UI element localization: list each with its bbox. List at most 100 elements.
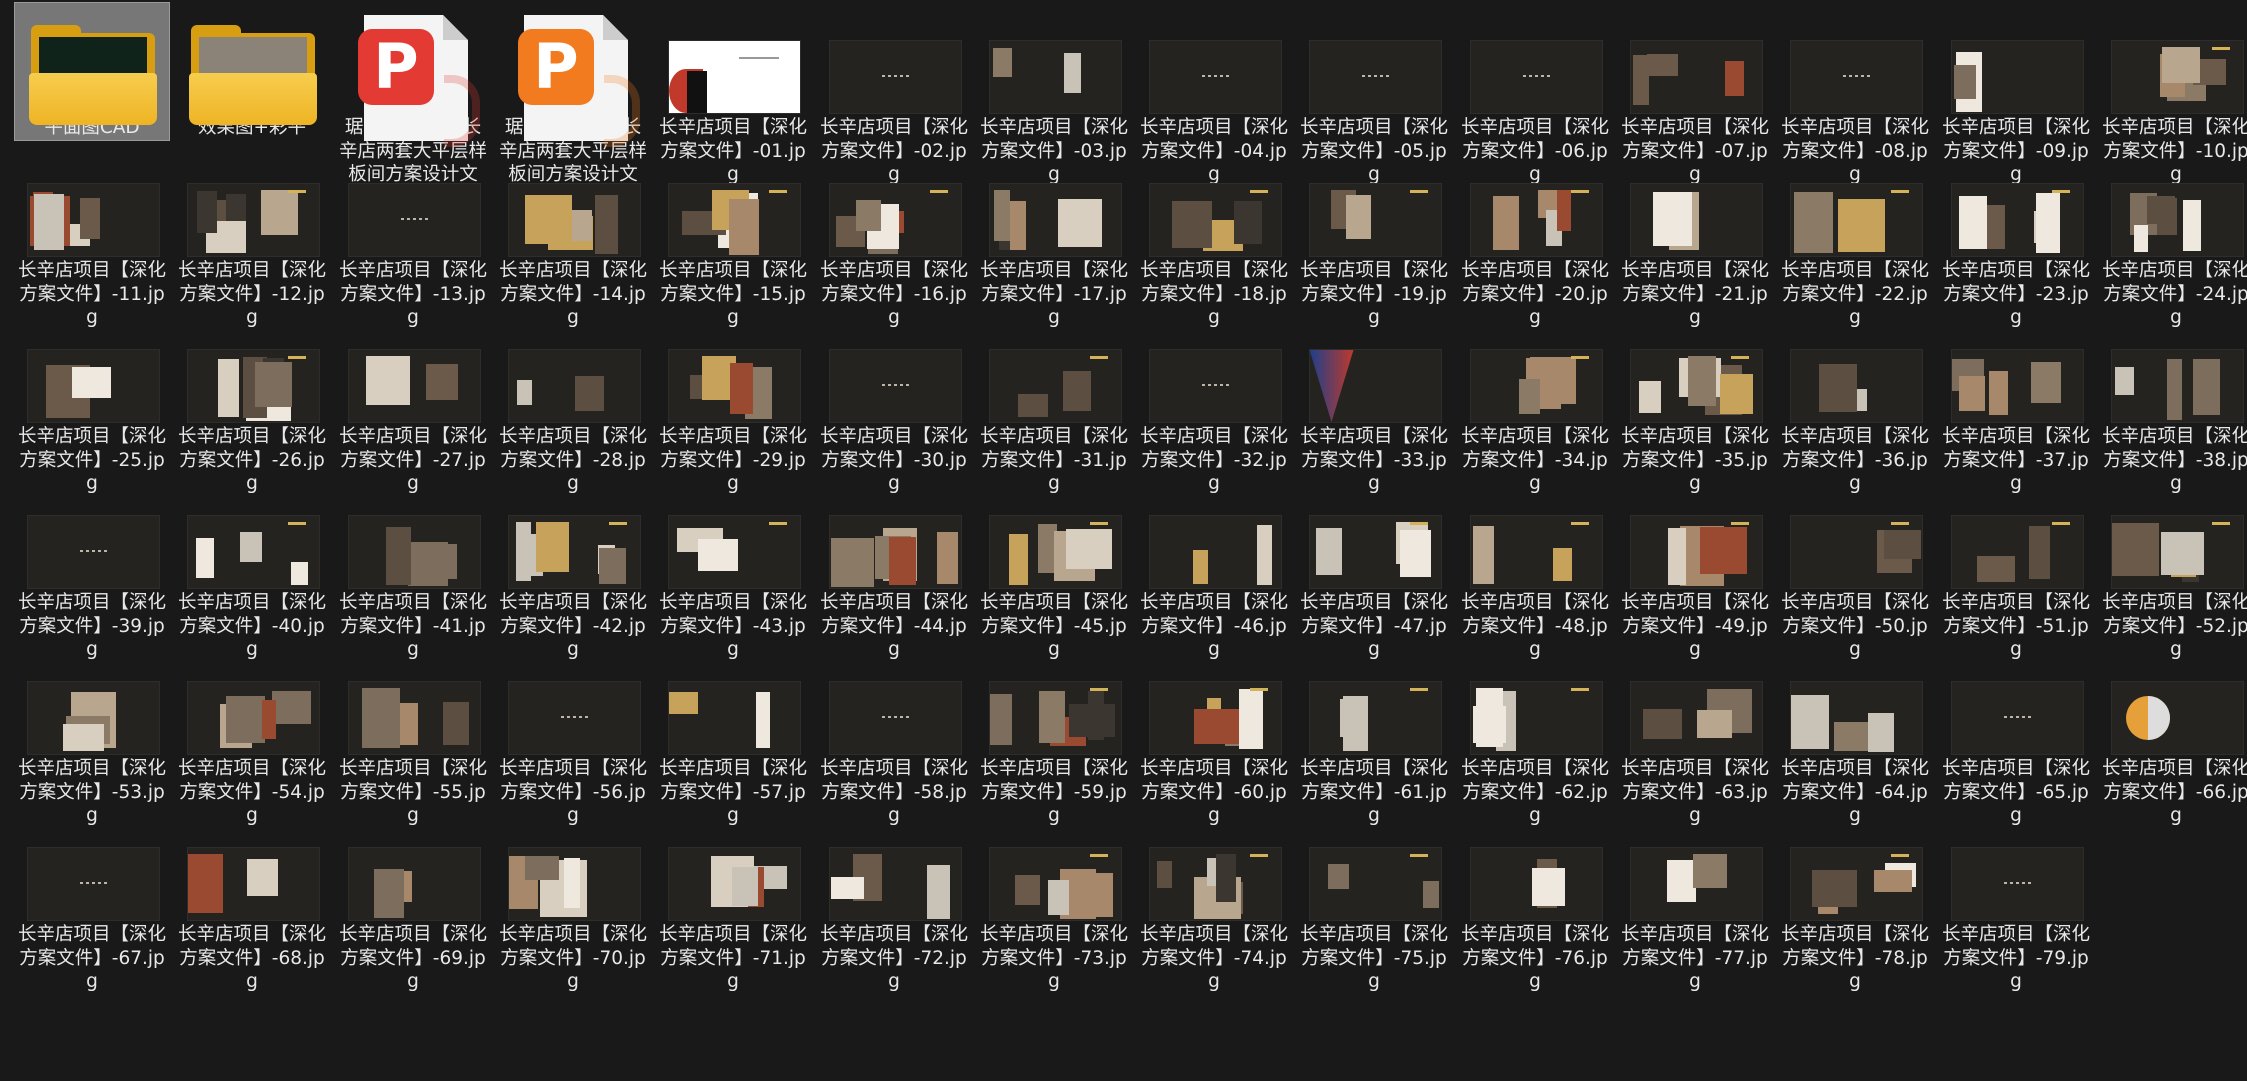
image-file-item[interactable]: 长辛店项目【深化方案文件】-54.jpg — [174, 667, 330, 829]
image-file-item[interactable]: 长辛店项目【深化方案文件】-61.jpg — [1296, 667, 1452, 829]
pdf-icon: P — [358, 13, 480, 147]
image-file-item[interactable]: 长辛店项目【深化方案文件】-49.jpg — [1617, 501, 1773, 663]
item-thumbnail-area — [175, 668, 331, 754]
image-file-item[interactable]: 长辛店项目【深化方案文件】-42.jpg — [495, 501, 651, 663]
image-file-item[interactable]: 长辛店项目【深化方案文件】-51.jpg — [1938, 501, 2094, 663]
file-name-label: 长辛店项目【深化方案文件】-31.jpg — [977, 422, 1131, 496]
thumbnail-shape — [1087, 691, 1104, 740]
file-number: 29 — [759, 449, 783, 471]
image-file-item[interactable]: 长辛店项目【深化方案文件】-18.jpg — [1136, 169, 1292, 331]
image-file-item[interactable]: 长辛店项目【深化方案文件】-44.jpg — [816, 501, 972, 663]
image-file-item[interactable]: 长辛店项目【深化方案文件】-30.jpg — [816, 335, 972, 497]
image-file-item[interactable]: 长辛店项目【深化方案文件】-65.jpg — [1938, 667, 2094, 829]
image-file-item[interactable]: 长辛店项目【深化方案文件】-39.jpg — [14, 501, 170, 663]
image-file-item[interactable]: 长辛店项目【深化方案文件】-14.jpg — [495, 169, 651, 331]
image-file-item[interactable]: 长辛店项目【深化方案文件】-32.jpg — [1136, 335, 1292, 497]
image-file-item[interactable]: 长辛店项目【深化方案文件】-33.jpg — [1296, 335, 1452, 497]
image-file-item[interactable]: 长辛店项目【深化方案文件】-66.jpg — [2098, 667, 2247, 829]
image-file-item[interactable]: 长辛店项目【深化方案文件】-53.jpg — [14, 667, 170, 829]
thumbnail-shape — [1556, 190, 1571, 231]
file-number: 39 — [118, 615, 142, 637]
image-file-item[interactable]: 长辛店项目【深化方案文件】-52.jpg — [2098, 501, 2247, 663]
image-file-item[interactable]: 长辛店项目【深化方案文件】-45.jpg — [976, 501, 1132, 663]
image-file-item[interactable]: 长辛店项目【深化方案文件】-16.jpg — [816, 169, 972, 331]
item-thumbnail-area — [15, 502, 171, 588]
image-file-item[interactable]: 长辛店项目【深化方案文件】-70.jpg — [495, 833, 651, 995]
image-file-item[interactable]: 长辛店项目【深化方案文件】-38.jpg — [2098, 335, 2247, 497]
image-file-item[interactable]: 长辛店项目【深化方案文件】-63.jpg — [1617, 667, 1773, 829]
image-file-item[interactable]: 长辛店项目【深化方案文件】-15.jpg — [655, 169, 811, 331]
image-file-item[interactable]: 长辛店项目【深化方案文件】-60.jpg — [1136, 667, 1292, 829]
thumbnail-shape — [1570, 190, 1589, 193]
image-file-item[interactable]: 长辛店项目【深化方案文件】-64.jpg — [1777, 667, 1933, 829]
image-thumbnail — [2111, 516, 2243, 588]
image-file-item[interactable]: 长辛店项目【深化方案文件】-22.jpg — [1777, 169, 1933, 331]
image-file-item[interactable]: 长辛店项目【深化方案文件】-28.jpg — [495, 335, 651, 497]
image-file-item[interactable]: 长辛店项目【深化方案文件】-10.jpg — [2098, 2, 2247, 188]
file-name-label: 长辛店项目【深化方案文件】-27.jpg — [336, 422, 490, 496]
image-file-item[interactable]: 长辛店项目【深化方案文件】-47.jpg — [1296, 501, 1452, 663]
image-file-item[interactable]: 长辛店项目【深化方案文件】-03.jpg — [976, 2, 1132, 188]
image-file-item[interactable]: 长辛店项目【深化方案文件】-06.jpg — [1457, 2, 1613, 188]
image-file-item[interactable]: 长辛店项目【深化方案文件】-48.jpg — [1457, 501, 1613, 663]
image-file-item[interactable]: 长辛店项目【深化方案文件】-76.jpg — [1457, 833, 1613, 995]
image-file-item[interactable]: 长辛店项目【深化方案文件】-58.jpg — [816, 667, 972, 829]
folder-item[interactable]: 效果图+彩平 — [174, 2, 330, 141]
image-file-item[interactable]: 长辛店项目【深化方案文件】-20.jpg — [1457, 169, 1613, 331]
image-file-item[interactable]: 长辛店项目【深化方案文件】-02.jpg — [816, 2, 972, 188]
image-file-item[interactable]: 长辛店项目【深化方案文件】-11.jpg — [14, 169, 170, 331]
image-file-item[interactable]: 长辛店项目【深化方案文件】-01.jpg — [655, 2, 811, 188]
image-file-item[interactable]: 长辛店项目【深化方案文件】-35.jpg — [1617, 335, 1773, 497]
image-file-item[interactable]: 长辛店项目【深化方案文件】-04.jpg — [1136, 2, 1292, 188]
image-file-item[interactable]: 长辛店项目【深化方案文件】-40.jpg — [174, 501, 330, 663]
image-file-item[interactable]: 长辛店项目【深化方案文件】-31.jpg — [976, 335, 1132, 497]
image-file-item[interactable]: 长辛店项目【深化方案文件】-43.jpg — [655, 501, 811, 663]
image-file-item[interactable]: 长辛店项目【深化方案文件】-09.jpg — [1938, 2, 2094, 188]
image-file-item[interactable]: 长辛店项目【深化方案文件】-69.jpg — [335, 833, 491, 995]
image-file-item[interactable]: 长辛店项目【深化方案文件】-78.jpg — [1777, 833, 1933, 995]
image-file-item[interactable]: 长辛店项目【深化方案文件】-41.jpg — [335, 501, 491, 663]
image-file-item[interactable]: 长辛店项目【深化方案文件】-67.jpg — [14, 833, 170, 995]
image-file-item[interactable]: 长辛店项目【深化方案文件】-29.jpg — [655, 335, 811, 497]
image-file-item[interactable]: 长辛店项目【深化方案文件】-21.jpg — [1617, 169, 1773, 331]
image-thumbnail — [829, 848, 961, 920]
image-file-item[interactable]: 长辛店项目【深化方案文件】-73.jpg — [976, 833, 1132, 995]
image-file-item[interactable]: 长辛店项目【深化方案文件】-50.jpg — [1777, 501, 1933, 663]
image-file-item[interactable]: 长辛店项目【深化方案文件】-68.jpg — [174, 833, 330, 995]
image-file-item[interactable]: 长辛店项目【深化方案文件】-77.jpg — [1617, 833, 1773, 995]
thumbnail-shape — [1724, 61, 1744, 96]
image-file-item[interactable]: 长辛店项目【深化方案文件】-56.jpg — [495, 667, 651, 829]
image-file-item[interactable]: 长辛店项目【深化方案文件】-36.jpg — [1777, 335, 1933, 497]
image-file-item[interactable]: 长辛店项目【深化方案文件】-08.jpg — [1777, 2, 1933, 188]
image-file-item[interactable]: 长辛店项目【深化方案文件】-37.jpg — [1938, 335, 2094, 497]
image-file-item[interactable]: 长辛店项目【深化方案文件】-57.jpg — [655, 667, 811, 829]
image-file-item[interactable]: 长辛店项目【深化方案文件】-59.jpg — [976, 667, 1132, 829]
image-file-item[interactable]: 长辛店项目【深化方案文件】-62.jpg — [1457, 667, 1613, 829]
image-file-item[interactable]: 长辛店项目【深化方案文件】-46.jpg — [1136, 501, 1292, 663]
image-thumbnail — [1309, 41, 1441, 113]
thumbnail-shape — [385, 527, 411, 585]
file-number: 32 — [1240, 449, 1264, 471]
image-file-item[interactable]: 长辛店项目【深化方案文件】-27.jpg — [335, 335, 491, 497]
thumbnail-shape — [1531, 868, 1565, 906]
image-file-item[interactable]: 长辛店项目【深化方案文件】-75.jpg — [1296, 833, 1452, 995]
image-file-item[interactable]: 长辛店项目【深化方案文件】-05.jpg — [1296, 2, 1452, 188]
image-file-item[interactable]: 长辛店项目【深化方案文件】-71.jpg — [655, 833, 811, 995]
image-file-item[interactable]: 长辛店项目【深化方案文件】-23.jpg — [1938, 169, 2094, 331]
image-file-item[interactable]: 长辛店项目【深化方案文件】-19.jpg — [1296, 169, 1452, 331]
image-file-item[interactable]: 长辛店项目【深化方案文件】-17.jpg — [976, 169, 1132, 331]
image-file-item[interactable]: 长辛店项目【深化方案文件】-26.jpg — [174, 335, 330, 497]
image-file-item[interactable]: 长辛店项目【深化方案文件】-79.jpg — [1938, 833, 2094, 995]
image-file-item[interactable]: 长辛店项目【深化方案文件】-74.jpg — [1136, 833, 1292, 995]
image-file-item[interactable]: 长辛店项目【深化方案文件】-24.jpg — [2098, 169, 2247, 331]
image-file-item[interactable]: 长辛店项目【深化方案文件】-34.jpg — [1457, 335, 1613, 497]
image-file-item[interactable]: 长辛店项目【深化方案文件】-07.jpg — [1617, 2, 1773, 188]
image-thumbnail — [1630, 682, 1762, 754]
image-file-item[interactable]: 长辛店项目【深化方案文件】-12.jpg — [174, 169, 330, 331]
image-file-item[interactable]: 长辛店项目【深化方案文件】-25.jpg — [14, 335, 170, 497]
image-file-item[interactable]: 长辛店项目【深化方案文件】-72.jpg — [816, 833, 972, 995]
folder-item[interactable]: 平面图CAD — [14, 2, 170, 141]
image-file-item[interactable]: 长辛店项目【深化方案文件】-55.jpg — [335, 667, 491, 829]
thumbnail-shape — [79, 198, 100, 239]
image-file-item[interactable]: 长辛店项目【深化方案文件】-13.jpg — [335, 169, 491, 331]
